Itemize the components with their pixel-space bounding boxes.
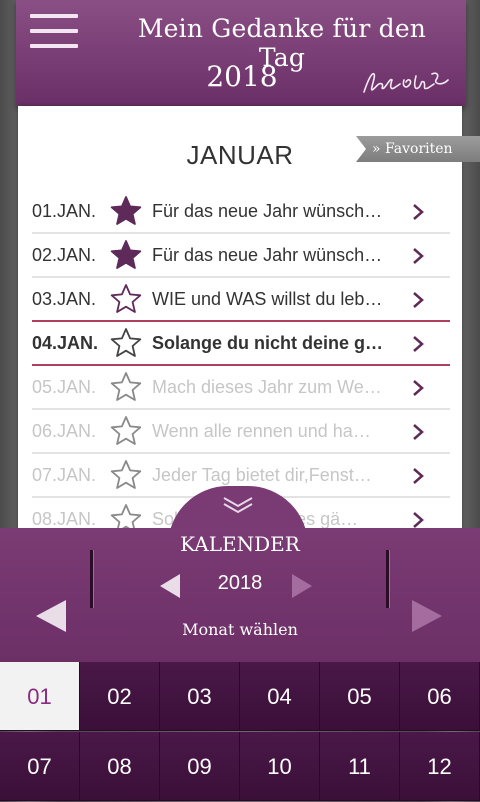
- entry-row[interactable]: 06.JAN. Wenn alle rennen und ha…: [32, 410, 450, 454]
- entry-date: 06.JAN.: [32, 421, 97, 441]
- month-cell-12[interactable]: 12: [400, 732, 480, 801]
- entry-text: Für das neue Jahr wünsch…: [152, 201, 383, 221]
- chevron-right-icon: [413, 512, 424, 528]
- chevron-right-icon: [413, 380, 424, 396]
- next-year-arrow-icon[interactable]: [290, 572, 314, 600]
- star-outline-icon[interactable]: [110, 415, 142, 447]
- entry-row[interactable]: 03.JAN. WIE und WAS willst du leb…: [32, 278, 450, 322]
- star-filled-icon[interactable]: [110, 239, 142, 271]
- chevron-down-icon: [223, 497, 253, 514]
- star-outline-icon[interactable]: [110, 459, 142, 491]
- entry-text: Für das neue Jahr wünsch…: [152, 245, 383, 265]
- chevron-right-icon: [413, 292, 424, 308]
- entry-date: 03.JAN.: [32, 289, 97, 309]
- entry-row[interactable]: 05.JAN. Mach dieses Jahr zum We…: [32, 366, 450, 410]
- chevron-right-icon: [413, 424, 424, 440]
- calendar-panel: KALENDER 2018 Monat wählen: [0, 528, 480, 662]
- entry-text: Wenn alle rennen und ha…: [152, 421, 371, 441]
- month-cell-11[interactable]: 11: [320, 732, 400, 801]
- month-grid: 01 02 03 04 05 06 07 08 09 10 11 12: [0, 662, 480, 801]
- chevron-right-icon: [413, 248, 424, 264]
- star-outline-icon[interactable]: [110, 283, 142, 315]
- entry-date: 01.JAN.: [32, 201, 97, 221]
- entry-text: Mach dieses Jahr zum We…: [152, 377, 382, 397]
- menu-icon[interactable]: [30, 14, 78, 54]
- month-cell-10[interactable]: 10: [240, 732, 320, 801]
- calendar-title: KALENDER: [180, 532, 300, 556]
- month-cell-02[interactable]: 02: [80, 662, 160, 731]
- month-cell-09[interactable]: 09: [160, 732, 240, 801]
- entry-row[interactable]: 01.JAN. Für das neue Jahr wünsch…: [32, 190, 450, 234]
- star-outline-icon[interactable]: [110, 371, 142, 403]
- entries-panel: JANUAR » Favoriten 01.JAN. Für das neue J…: [18, 106, 480, 542]
- month-cell-08[interactable]: 08: [80, 732, 160, 801]
- entry-date: 05.JAN.: [32, 377, 97, 397]
- month-cell-01[interactable]: 01: [0, 662, 80, 731]
- entry-date: 04.JAN.: [32, 333, 99, 353]
- month-cell-07[interactable]: 07: [0, 732, 80, 801]
- choose-month-label: Monat wählen: [182, 620, 298, 639]
- calendar-year: 2018: [217, 572, 263, 594]
- app-header: Mein Gedanke für den Tag 2018: [16, 0, 466, 106]
- header-year: 2018: [206, 60, 278, 93]
- entry-date: 02.JAN.: [32, 245, 97, 265]
- entry-text: Jeder Tag bietet dir,Fenst…: [152, 465, 372, 485]
- entry-row[interactable]: 04.JAN. Solange du nicht deine g…: [32, 320, 450, 366]
- star-filled-icon[interactable]: [110, 195, 142, 227]
- month-cell-05[interactable]: 05: [320, 662, 400, 731]
- chevron-right-icon: [413, 204, 424, 220]
- chevron-right-icon: [413, 468, 424, 484]
- entry-row[interactable]: 02.JAN. Für das neue Jahr wünsch…: [32, 234, 450, 278]
- favorites-button[interactable]: » Favoriten: [356, 136, 480, 162]
- entry-text: Solange du nicht deine g…: [152, 333, 384, 353]
- entry-date: 07.JAN.: [32, 465, 97, 485]
- month-cell-06[interactable]: 06: [400, 662, 480, 731]
- month-cell-04[interactable]: 04: [240, 662, 320, 731]
- month-cell-03[interactable]: 03: [160, 662, 240, 731]
- chevron-right-icon: [413, 336, 424, 352]
- signature-logo: [363, 72, 449, 93]
- entry-text: WIE und WAS willst du leb…: [152, 289, 383, 309]
- star-outline-icon[interactable]: [110, 327, 142, 359]
